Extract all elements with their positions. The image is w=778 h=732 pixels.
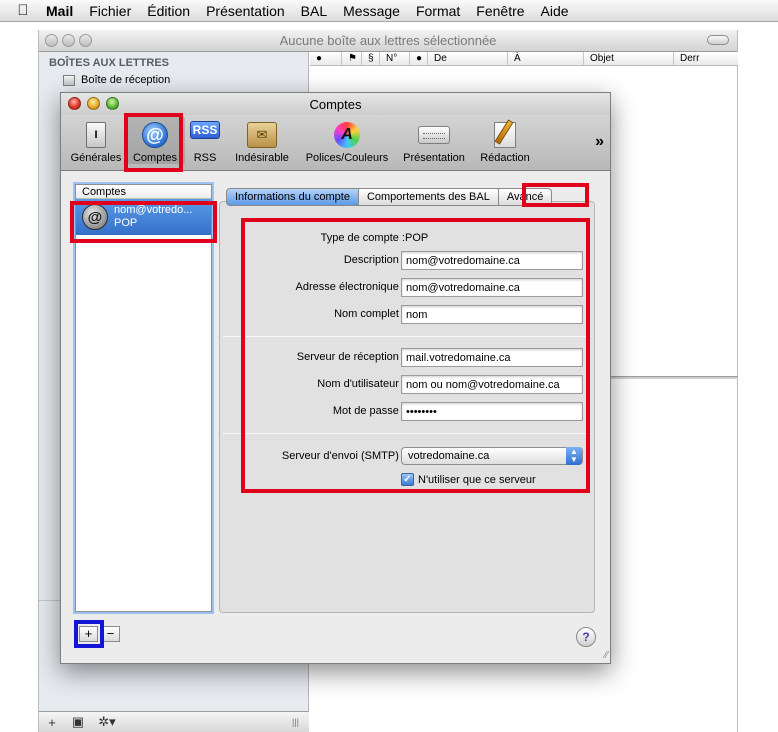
column-attachment[interactable]: § <box>362 52 380 65</box>
menu-message[interactable]: Message <box>343 3 400 19</box>
junk-mail-icon: ✉ <box>247 122 277 148</box>
toolbar-label: RSS <box>193 152 217 164</box>
menu-format[interactable]: Format <box>416 3 460 19</box>
viewing-icon <box>418 126 450 144</box>
accounts-preferences-window: Comptes I Générales @ Comptes RSS RSS ✉ … <box>60 92 611 664</box>
toolbar-label: Présentation <box>403 152 465 164</box>
composing-icon <box>494 122 516 148</box>
column-number[interactable]: N° <box>380 52 410 65</box>
switch-icon: I <box>86 122 106 148</box>
toolbar-overflow-icon[interactable]: » <box>595 133 604 151</box>
highlight-account-fields <box>241 218 590 493</box>
toolbar-label: Polices/Couleurs <box>305 152 389 164</box>
sidebar-action-bar: + ▣ ✲▾ ||| <box>39 711 309 732</box>
toolbar-label: Indésirable <box>235 152 289 164</box>
highlight-account-row <box>70 201 217 243</box>
menu-bal[interactable]: BAL <box>301 3 327 19</box>
main-window-title: Aucune boîte aux lettres sélectionnée <box>279 33 497 48</box>
toolbar-rss[interactable]: RSS RSS <box>187 117 223 164</box>
toolbar-toggle-button[interactable] <box>707 35 729 45</box>
sidebar-resize-grip[interactable]: ||| <box>292 717 299 727</box>
column-unread[interactable]: ● <box>310 52 342 65</box>
toolbar-label: Rédaction <box>480 152 530 164</box>
toolbar-redaction[interactable]: Rédaction <box>475 117 535 164</box>
menu-app[interactable]: Mail <box>46 3 73 19</box>
action-menu-button[interactable]: ✲▾ <box>91 714 123 730</box>
column-to[interactable]: À <box>508 52 584 65</box>
sidebar-item-inbox[interactable]: Boîte de réception <box>63 74 170 86</box>
inbox-label: Boîte de réception <box>81 74 171 86</box>
inbox-icon <box>63 74 75 86</box>
toolbar-label: Générales <box>70 152 122 164</box>
prefs-titlebar: Comptes <box>61 93 610 115</box>
menu-edition[interactable]: Édition <box>147 3 190 19</box>
column-subject[interactable]: Objet <box>584 52 674 65</box>
show-hide-button[interactable]: ▣ <box>65 714 91 730</box>
menu-fenetre[interactable]: Fenêtre <box>476 3 524 19</box>
menu-bar:  Mail Fichier Édition Présentation BAL … <box>0 0 778 22</box>
main-titlebar: Aucune boîte aux lettres sélectionnée <box>39 30 737 52</box>
message-list-header: ● ⚑ § N° ● De À Objet Derr <box>310 52 738 66</box>
toolbar-presentation[interactable]: Présentation <box>399 117 469 164</box>
add-mailbox-button[interactable]: + <box>39 715 65 730</box>
column-date[interactable]: Derr <box>674 52 738 65</box>
apple-logo-icon[interactable]:  <box>14 2 32 19</box>
column-from[interactable]: De <box>428 52 508 65</box>
accounts-list-header: Comptes <box>76 185 211 199</box>
toolbar-generales[interactable]: I Générales <box>67 117 125 164</box>
toolbar-indesirable[interactable]: ✉ Indésirable <box>229 117 295 164</box>
toolbar-polices-couleurs[interactable]: A Polices/Couleurs <box>299 117 395 164</box>
resize-grip-icon[interactable]: ⁄⁄ <box>605 650 608 661</box>
highlight-add-account <box>74 620 104 648</box>
highlight-avance-tab <box>522 183 589 207</box>
column-status[interactable]: ● <box>410 52 428 65</box>
menu-aide[interactable]: Aide <box>541 3 569 19</box>
sidebar-header: BOÎTES AUX LETTRES <box>49 57 169 69</box>
menu-presentation[interactable]: Présentation <box>206 3 285 19</box>
prefs-window-title: Comptes <box>309 97 362 112</box>
color-wheel-icon: A <box>334 122 360 148</box>
tab-comportements-des-bal[interactable]: Comportements des BAL <box>358 188 499 206</box>
rss-icon: RSS <box>190 121 220 139</box>
help-button[interactable]: ? <box>576 627 596 647</box>
highlight-comptes-toolbar <box>124 113 183 172</box>
accounts-list[interactable]: Comptes @ nom@votredo... POP <box>75 184 212 612</box>
menu-fichier[interactable]: Fichier <box>89 3 131 19</box>
tab-informations-du-compte[interactable]: Informations du compte <box>226 188 359 206</box>
account-tabs: Informations du compte Comportements des… <box>226 188 553 206</box>
column-flag[interactable]: ⚑ <box>342 52 362 65</box>
